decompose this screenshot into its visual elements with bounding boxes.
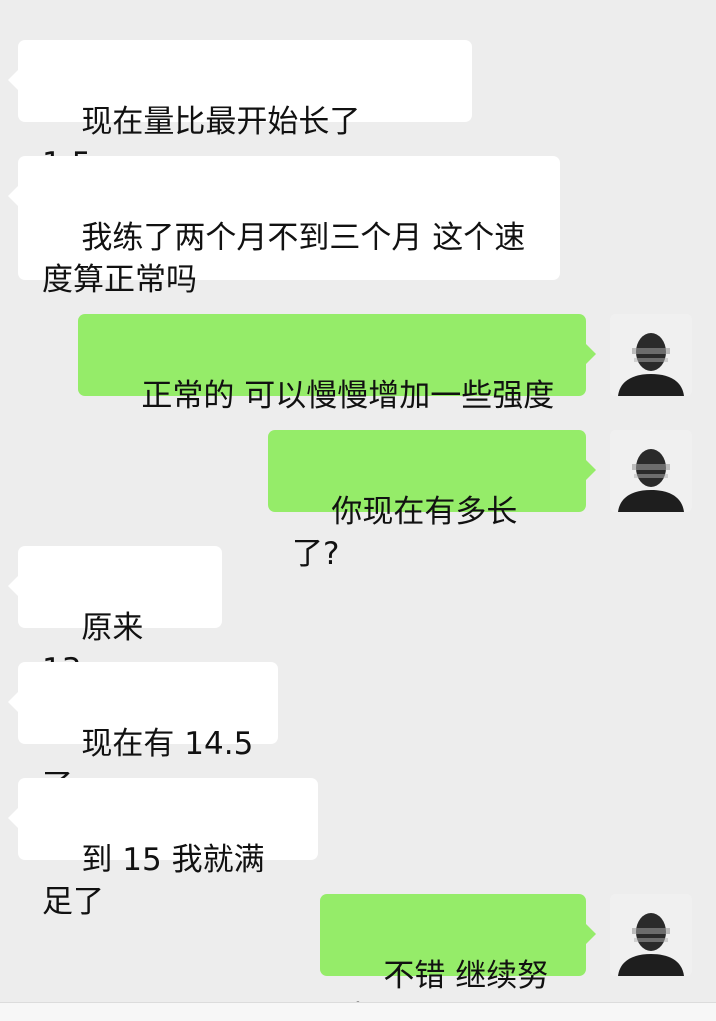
message-text: 正常的 可以慢慢增加一些强度 — [141, 378, 555, 414]
incoming-message[interactable]: 到 15 我就满足了 — [8, 778, 318, 920]
avatar-portrait-icon — [610, 314, 692, 396]
message-text: 我练了两个月不到三个月 这个速 度算正常吗 — [42, 220, 526, 298]
outgoing-message[interactable]: 不错 继续努力 — [320, 894, 596, 1021]
chat-area: 现在量比最开始长了 1.5cm 我练了两个月不到三个月 这个速 度算正常吗 正常… — [0, 0, 716, 1021]
incoming-message[interactable]: 现在有 14.5 了 — [8, 662, 278, 804]
avatar-portrait-icon — [610, 894, 692, 976]
avatar-portrait-icon — [610, 430, 692, 512]
user-avatar[interactable] — [610, 894, 692, 976]
outgoing-message[interactable]: 正常的 可以慢慢增加一些强度 — [78, 314, 596, 414]
user-avatar[interactable] — [610, 314, 692, 396]
incoming-message[interactable]: 现在量比最开始长了 1.5cm — [8, 40, 472, 182]
message-text: 你现在有多长了? — [292, 494, 518, 572]
message-text: 到 15 我就满足了 — [42, 842, 265, 920]
outgoing-message[interactable]: 你现在有多长了? — [268, 430, 596, 572]
input-bar[interactable] — [0, 1002, 716, 1021]
incoming-message[interactable]: 我练了两个月不到三个月 这个速 度算正常吗 — [8, 156, 560, 298]
user-avatar[interactable] — [610, 430, 692, 512]
incoming-message[interactable]: 原来 13cm — [8, 546, 222, 688]
